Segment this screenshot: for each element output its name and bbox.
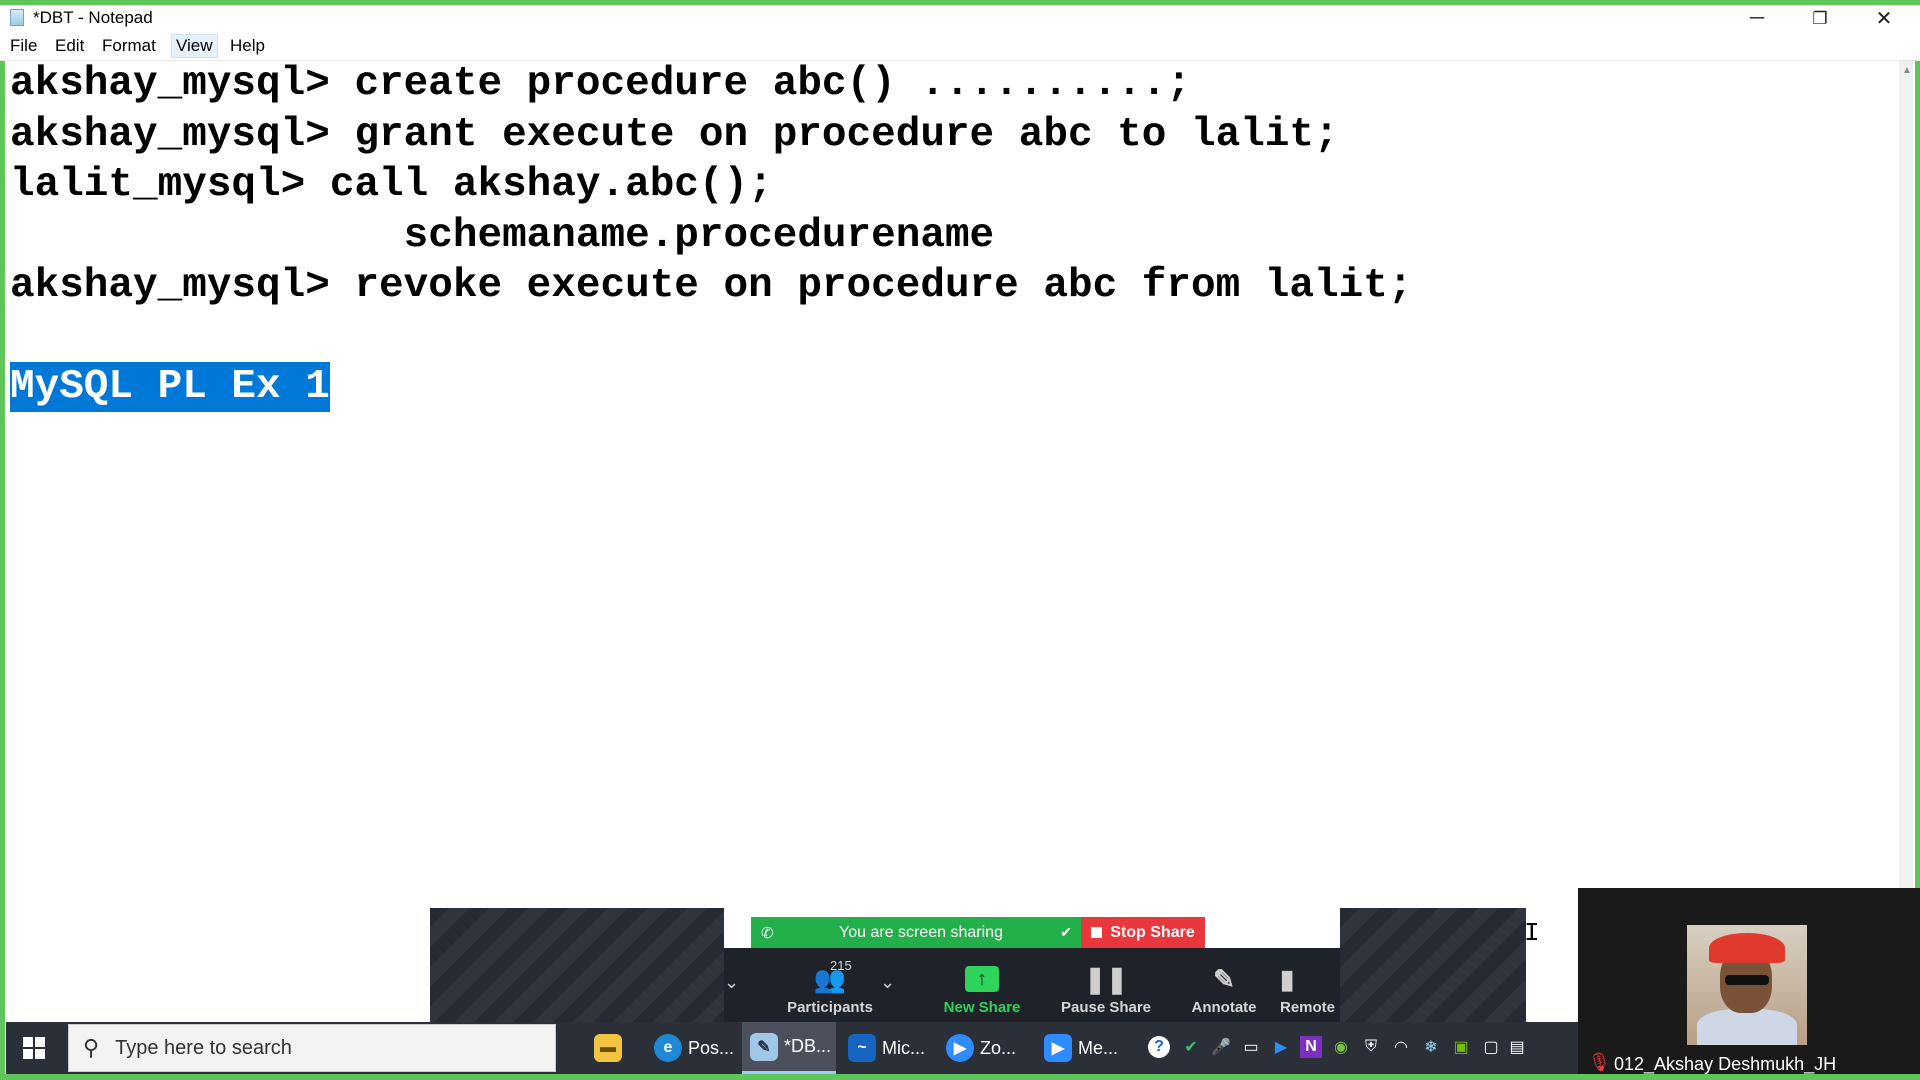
- close-button[interactable]: ✕: [1854, 5, 1914, 32]
- editor-line: akshay_mysql> revoke execute on procedur…: [10, 263, 1413, 309]
- scroll-up-arrow-icon[interactable]: ▲: [1902, 65, 1912, 76]
- notification-icon[interactable]: ▤: [1506, 1036, 1528, 1058]
- pause-share-label: Pause Share: [1060, 999, 1152, 1016]
- stop-share-button[interactable]: Stop Share: [1081, 917, 1205, 948]
- stop-share-label: Stop Share: [1110, 923, 1195, 941]
- taskbar-app-file-explorer[interactable]: ▬: [586, 1022, 642, 1074]
- pause-share-button[interactable]: ❚❚ Pause Share: [1044, 948, 1168, 1022]
- share-overlay-right: [1340, 908, 1526, 1022]
- search-icon: ⚲: [83, 1035, 100, 1060]
- new-share-label: New Share: [943, 999, 1021, 1016]
- taskbar-app-whiteboard[interactable]: ~ Mic...: [840, 1022, 934, 1074]
- menu-edit[interactable]: Edit: [51, 35, 88, 57]
- help-icon[interactable]: ?: [1148, 1036, 1170, 1058]
- menu-format[interactable]: Format: [98, 35, 160, 57]
- taskbar-app-label: Me...: [1078, 1037, 1119, 1058]
- annotate-label: Annotate: [1191, 999, 1257, 1016]
- chevron-down-icon[interactable]: ⌄: [724, 972, 739, 993]
- sharing-label: You are screen sharing: [839, 923, 1003, 941]
- shield-check-icon[interactable]: ✔: [1180, 1036, 1202, 1058]
- shield-check-icon: ✔: [1060, 924, 1072, 940]
- start-button[interactable]: [6, 1022, 62, 1074]
- wifi-icon[interactable]: ◠: [1390, 1036, 1412, 1058]
- file-explorer-icon: ▬: [594, 1034, 622, 1062]
- menu-file[interactable]: File: [6, 35, 41, 57]
- zoom-icon: ▶: [946, 1034, 974, 1062]
- edge-icon: e: [654, 1034, 682, 1062]
- pause-icon: ❚❚: [1084, 964, 1128, 994]
- snowflake-icon[interactable]: ❄: [1420, 1036, 1442, 1058]
- window-title: *DBT - Notepad: [33, 8, 153, 27]
- onenote-icon[interactable]: N: [1300, 1036, 1322, 1058]
- upload-arrow-icon: ↑: [965, 966, 999, 992]
- taskbar-app-edge[interactable]: e Pos...: [646, 1022, 740, 1074]
- text-editor[interactable]: akshay_mysql> create procedure abc() ...…: [6, 61, 1898, 1021]
- text-cursor-icon: I: [1524, 918, 1540, 948]
- pencil-icon: ✎: [1213, 964, 1235, 994]
- editor-line: lalit_mysql> call akshay.abc();: [10, 162, 773, 208]
- new-share-button[interactable]: ↑ New Share: [920, 948, 1044, 1022]
- minimize-button[interactable]: ─: [1727, 5, 1787, 32]
- participant-video: [1687, 925, 1807, 1045]
- screen-share-border-bottom: [0, 1074, 1920, 1080]
- taskbar-app-zoom-meeting[interactable]: ▶ Me...: [1036, 1022, 1130, 1074]
- remote-label: Remote: [1280, 999, 1336, 1016]
- taskbar-app-label: Zo...: [980, 1037, 1017, 1058]
- stop-icon: [1091, 927, 1103, 938]
- taskbar-app-zoom[interactable]: ▶ Zo...: [938, 1022, 1032, 1074]
- participants-label: Participants: [787, 999, 873, 1016]
- zoom-tray-icon[interactable]: ▶: [1270, 1036, 1292, 1058]
- editor-line-selected: MySQL PL Ex 1: [10, 362, 330, 412]
- nvidia-icon[interactable]: ▣: [1450, 1036, 1472, 1058]
- tablet-icon[interactable]: ▢: [1480, 1036, 1502, 1058]
- participants-chevron-down-icon[interactable]: ⌄: [880, 972, 895, 993]
- taskbar-app-label: Mic...: [882, 1037, 925, 1058]
- restore-button[interactable]: ❐: [1790, 5, 1850, 32]
- taskbar-app-notepad[interactable]: ✎ *DB...: [742, 1022, 836, 1074]
- menu-help[interactable]: Help: [226, 35, 269, 57]
- whiteboard-icon: ~: [848, 1034, 876, 1062]
- taskbar-app-label: Pos...: [688, 1037, 735, 1058]
- webcam-thumbnail[interactable]: 🎙 012_Akshay Deshmukh_JH: [1578, 888, 1920, 1080]
- vertical-scrollbar[interactable]: ▲: [1899, 61, 1913, 1021]
- search-placeholder: Type here to search: [115, 1036, 292, 1059]
- menu-bar: File Edit Format View Help: [0, 32, 1920, 61]
- selected-text: MySQL PL Ex 1: [10, 362, 330, 412]
- taskbar-app-label: *DB...: [784, 1036, 832, 1056]
- screen-sharing-banner: ✆ You are screen sharing ✔: [751, 917, 1081, 948]
- taskbar-search-box[interactable]: ⚲ Type here to search: [68, 1024, 556, 1072]
- remote-control-button[interactable]: ▮ Remote: [1280, 948, 1340, 1022]
- editor-line: akshay_mysql> create procedure abc() ...…: [10, 61, 1191, 107]
- annotate-button[interactable]: ✎ Annotate: [1168, 948, 1280, 1022]
- microphone-icon[interactable]: 🎤: [1210, 1036, 1232, 1058]
- participants-count: 215: [830, 958, 852, 973]
- phone-icon: ✆: [761, 924, 774, 942]
- windows-taskbar: ⚲ Type here to search ▬ e Pos... ✎ *DB..…: [6, 1022, 1578, 1074]
- remote-control-icon: ▮: [1280, 964, 1295, 994]
- battery-icon[interactable]: ▭: [1240, 1036, 1262, 1058]
- update-icon[interactable]: ◉: [1330, 1036, 1352, 1058]
- notepad-icon: [10, 9, 24, 26]
- participant-name: 012_Akshay Deshmukh_JH: [1614, 1054, 1837, 1074]
- share-overlay-left: [430, 908, 724, 1022]
- zoom-share-toolbar: ⌄ 👥 Participants 215 ⌄ ↑ New Share ❚❚ Pa…: [724, 948, 1340, 1022]
- menu-view[interactable]: View: [171, 34, 218, 58]
- title-bar: *DBT - Notepad ─ ❐ ✕: [0, 5, 1920, 32]
- security-shield-icon[interactable]: ⛨: [1360, 1036, 1382, 1058]
- editor-line: akshay_mysql> grant execute on procedure…: [10, 112, 1339, 158]
- editor-line: schemaname.procedurename: [10, 213, 995, 259]
- zoom-meeting-icon: ▶: [1044, 1034, 1072, 1062]
- windows-logo-icon: [23, 1037, 45, 1059]
- notepad-icon: ✎: [750, 1032, 778, 1061]
- mic-muted-icon: 🎙: [1588, 1052, 1611, 1072]
